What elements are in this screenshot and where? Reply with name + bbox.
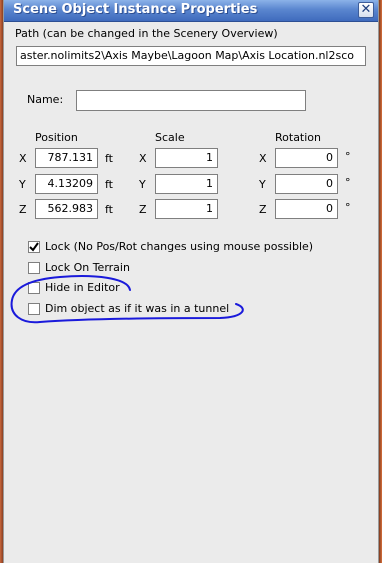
rotation-y-label: Y [259,178,266,191]
scale-x-input[interactable]: 1 [155,148,218,168]
scale-x-label: X [139,152,147,165]
checkmark-icon [29,242,39,252]
window-title: Scene Object Instance Properties [13,2,258,17]
rotation-unit: ° [345,201,351,214]
close-icon: ✕ [360,2,372,17]
hide-in-editor-label: Hide in Editor [45,281,120,294]
rotation-header: Rotation [275,131,322,144]
position-y-input[interactable]: 4.13209 [35,174,98,194]
lock-on-terrain-checkbox[interactable] [28,262,40,274]
dim-object-checkbox[interactable] [28,303,40,315]
position-unit: ft [105,203,113,216]
rotation-y-input[interactable]: 0 [275,174,338,194]
position-unit: ft [105,152,113,165]
title-bar[interactable]: Scene Object Instance Properties ✕ [4,0,378,22]
rotation-unit: ° [345,176,351,189]
hide-in-editor-checkbox[interactable] [28,282,40,294]
properties-dialog: Scene Object Instance Properties ✕ Path … [3,0,379,563]
lock-checkbox[interactable] [28,241,40,253]
rotation-z-label: Z [259,203,267,216]
path-field[interactable]: aster.nolimits2\Axis Maybe\Lagoon Map\Ax… [16,46,366,66]
scale-y-input[interactable]: 1 [155,174,218,194]
scale-z-label: Z [139,203,147,216]
rotation-x-input[interactable]: 0 [275,148,338,168]
position-y-label: Y [19,178,26,191]
name-input[interactable] [76,90,306,111]
scale-header: Scale [155,131,185,144]
rotation-z-input[interactable]: 0 [275,199,338,219]
name-label: Name: [27,93,64,106]
rotation-x-label: X [259,152,267,165]
scale-z-input[interactable]: 1 [155,199,218,219]
lock-on-terrain-label: Lock On Terrain [45,261,130,274]
position-x-label: X [19,152,27,165]
position-x-input[interactable]: 787.131 [35,148,98,168]
dim-object-label: Dim object as if it was in a tunnel [45,302,230,315]
rotation-unit: ° [345,150,351,163]
lock-label: Lock (No Pos/Rot changes using mouse pos… [45,240,314,253]
position-header: Position [35,131,78,144]
position-z-label: Z [19,203,27,216]
scale-y-label: Y [139,178,146,191]
position-unit: ft [105,178,113,191]
path-label: Path (can be changed in the Scenery Over… [15,27,278,40]
position-z-input[interactable]: 562.983 [35,199,98,219]
close-button[interactable]: ✕ [358,2,374,18]
